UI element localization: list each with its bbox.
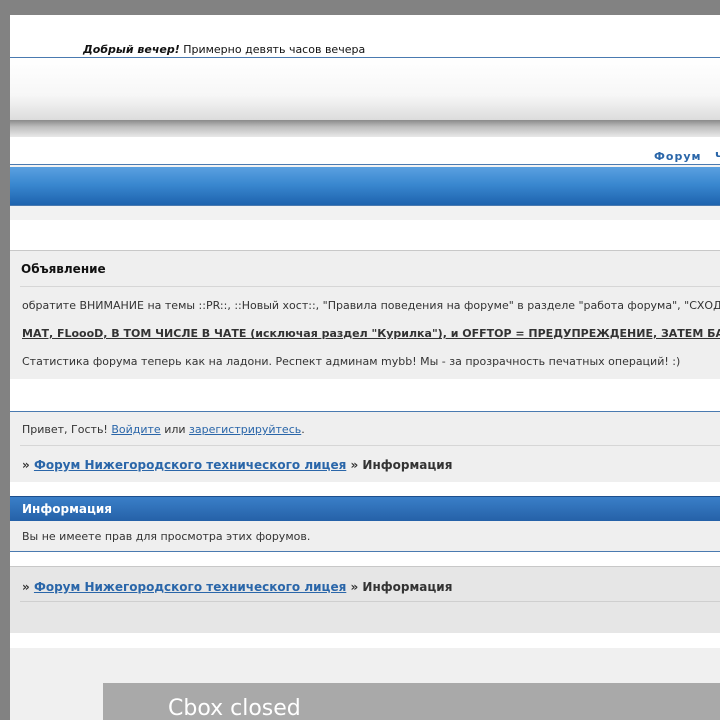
breadcrumb-forum-link[interactable]: Форум Нижегородского технического лицея (34, 458, 346, 472)
header-area (10, 58, 720, 120)
nav-forum-link[interactable]: Форум (654, 150, 702, 163)
breadcrumb-sep: » (22, 580, 34, 594)
divider (20, 445, 720, 446)
breadcrumb-sep: » (346, 580, 363, 594)
breadcrumb-current: Информация (362, 458, 453, 472)
breadcrumb-sep: » (346, 458, 363, 472)
cbox-status: Cbox closed (168, 696, 301, 720)
register-link[interactable]: зарегистрируйтесь (189, 423, 301, 436)
bottom-breadcrumb-box: » Форум Нижегородского технического лице… (10, 566, 720, 634)
header-divider (10, 120, 720, 137)
welcome-suffix: . (301, 423, 305, 436)
announcement-warning: МАТ, FLoooD, В ТОМ ЧИСЛЕ В ЧАТЕ (исключа… (22, 327, 720, 340)
welcome-prefix: Привет, Гость! (22, 423, 112, 436)
info-header: Информация (10, 496, 720, 521)
greeting-bold: Добрый вечер! (83, 43, 180, 56)
info-message: Вы не имеете прав для просмотра этих фор… (22, 530, 311, 543)
welcome-box: Привет, Гость! Войдите или зарегистрируй… (10, 411, 720, 483)
greeting-text: Добрый вечер! Примерно девять часов вече… (83, 43, 365, 56)
welcome-or: или (160, 423, 190, 436)
breadcrumb-sep: » (22, 458, 34, 472)
info-body: Вы не имеете прав для просмотра этих фор… (10, 521, 720, 552)
login-link[interactable]: Войдите (111, 423, 160, 436)
greeting-bar: Добрый вечер! Примерно девять часов вече… (10, 15, 720, 58)
breadcrumb: » Форум Нижегородского технического лице… (22, 580, 452, 594)
nav-next-link[interactable]: Ч (715, 150, 720, 163)
spacer (10, 552, 720, 566)
divider (20, 601, 720, 602)
spacer (10, 220, 720, 250)
spacer (10, 633, 720, 648)
greeting-time: Примерно девять часов вечера (179, 43, 366, 56)
welcome-text: Привет, Гость! Войдите или зарегистрируй… (22, 423, 305, 436)
announcement-title: Объявление (21, 262, 106, 276)
cbox-panel: Cbox closed (103, 683, 720, 720)
forum-page: Добрый вечер! Примерно девять часов вече… (10, 15, 720, 720)
spacer (10, 379, 720, 411)
spacer (10, 205, 720, 221)
breadcrumb-current: Информация (362, 580, 453, 594)
announcement-line: обратите ВНИМАНИЕ на темы ::PR::, ::Новы… (22, 299, 720, 312)
info-title: Информация (22, 502, 112, 516)
spacer (10, 482, 720, 496)
footer-area: Cbox closed (10, 648, 720, 720)
navigation-bar: Форум Ч (10, 137, 720, 165)
blue-header-bar (10, 167, 720, 205)
breadcrumb-forum-link[interactable]: Форум Нижегородского технического лицея (34, 580, 346, 594)
breadcrumb: » Форум Нижегородского технического лице… (22, 458, 452, 472)
divider (20, 286, 720, 287)
announcement-line: Статистика форума теперь как на ладони. … (22, 355, 681, 368)
announcement-box: Объявление обратите ВНИМАНИЕ на темы ::P… (10, 250, 720, 380)
